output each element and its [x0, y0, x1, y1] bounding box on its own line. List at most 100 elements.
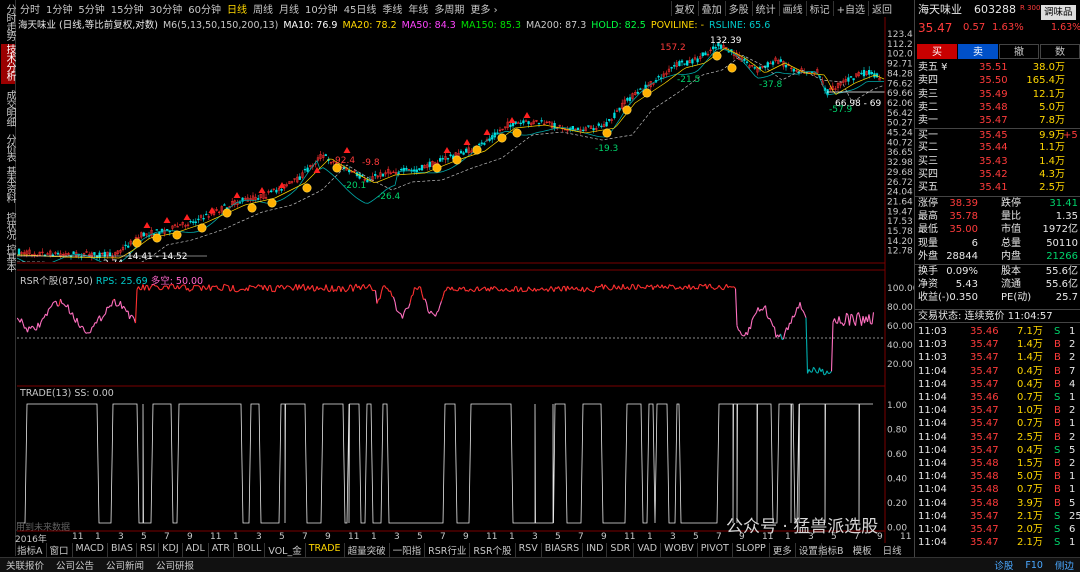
tick-volume: 1.0万 — [1017, 405, 1043, 417]
stat-label: PE(动) — [1001, 292, 1032, 303]
stat-value: 5.43 — [955, 278, 978, 290]
tick-volume: 0.4万 — [1017, 444, 1043, 456]
sell-button[interactable]: 卖 — [958, 44, 998, 59]
indicator-tab[interactable]: RSI — [137, 543, 160, 557]
indicator-tab[interactable]: TRADE — [306, 543, 345, 557]
tick-side: B — [1054, 484, 1061, 496]
tick-price: 35.46 — [970, 392, 999, 403]
rsr-segment — [38, 321, 42, 328]
x-axis-tick: 7 — [716, 532, 722, 542]
rsr-segment — [746, 327, 750, 336]
rsr-segment — [266, 285, 270, 292]
status-right-button[interactable]: 诊股 — [988, 558, 1019, 572]
indicator-tab[interactable]: 窗口 — [47, 543, 73, 557]
indicator-tab[interactable]: RSV — [516, 543, 542, 557]
rsr-segment — [718, 284, 721, 288]
rsr-segment — [342, 286, 345, 290]
x-axis-tick: 11 — [624, 532, 636, 542]
rsr-segment — [496, 288, 499, 291]
rsr-segment — [505, 287, 508, 291]
rsr-segment — [67, 304, 71, 314]
rsr-segment — [672, 284, 675, 288]
indicator-tab[interactable]: VAD — [634, 543, 662, 557]
buy-button[interactable]: 买 — [917, 44, 957, 59]
tick-count: 1 — [1069, 326, 1076, 337]
rsr-segment — [762, 307, 765, 311]
rsr-segment — [838, 316, 842, 324]
tick-time: 11:04 — [918, 405, 947, 417]
status-link[interactable]: 公司新闻 — [100, 558, 150, 572]
rsr-segment — [828, 372, 831, 375]
status-link[interactable]: 公司公告 — [50, 558, 100, 572]
indicator-tab[interactable]: 超量突破 — [345, 543, 390, 557]
rsr-segment — [425, 302, 429, 312]
indicator-tab[interactable]: ADL — [183, 543, 209, 557]
indicator-tab[interactable]: VOL_金 — [265, 543, 306, 557]
rsr-segment — [610, 288, 613, 291]
rsr-segment — [764, 305, 768, 317]
tick-row: 11:04 35.47 0.4万 B 7 — [915, 365, 1080, 379]
template-button[interactable]: 模板 — [853, 546, 872, 557]
x-axis-tick: 5 — [555, 532, 561, 542]
ask-price: 35.50 — [979, 75, 1008, 87]
stat-label: 最高 — [918, 210, 938, 222]
x-axis-tick: 7 — [302, 532, 308, 542]
tick-price: 35.47 — [970, 352, 999, 364]
indicator-b-button[interactable]: 指标B — [818, 546, 844, 557]
tick-price: 35.47 — [970, 510, 999, 522]
sector-pct: 1.63% — [1051, 22, 1080, 33]
indicator-tab[interactable]: ATR — [209, 543, 234, 557]
status-link[interactable]: 公司研报 — [150, 558, 200, 572]
tick-side: B — [1054, 458, 1061, 469]
rsr-segment — [209, 286, 213, 291]
last-price: 35.47 — [918, 21, 953, 35]
tick-count: 1 — [1069, 392, 1076, 403]
indicator-tab[interactable]: BIAS — [108, 543, 137, 557]
indicator-tab[interactable]: PIVOT — [698, 543, 733, 557]
price-scale-label: 56.42 — [887, 109, 913, 119]
tick-row: 11:04 35.46 0.7万 S 1 — [915, 391, 1080, 405]
quantity-button[interactable]: 数 — [1040, 44, 1080, 59]
rsr-scale-label: 60.00 — [887, 322, 913, 332]
indicator-tab[interactable]: 一阳指 — [390, 543, 426, 557]
rsr-segment — [394, 301, 398, 311]
x-axis-tick: 11 — [210, 532, 222, 542]
rsr-segment — [302, 283, 306, 291]
price-row: 35.47 0.57 1.63% 1.63% — [915, 21, 1080, 35]
indicator-tab[interactable]: WOBV — [661, 543, 698, 557]
rsr-segment — [434, 311, 438, 317]
indicator-tab[interactable]: 更多 — [770, 543, 796, 557]
rsr-segment — [460, 287, 463, 290]
indicator-tab[interactable]: RSR个股 — [470, 543, 516, 557]
rsr-segment — [376, 298, 380, 304]
rsr-segment — [709, 283, 713, 288]
rsr-segment — [269, 285, 273, 292]
sector-tag[interactable]: 调味品 — [1041, 5, 1076, 20]
rsr-segment — [463, 286, 467, 292]
indicator-tab[interactable]: RSR行业 — [425, 543, 471, 557]
rsr-segment — [591, 290, 594, 293]
rsr-segment — [123, 305, 126, 309]
indicator-tab[interactable]: KDJ — [159, 543, 183, 557]
indicator-tab[interactable]: BIASRS — [542, 543, 584, 557]
indicator-tab[interactable]: SLOPP — [733, 543, 770, 557]
cancel-button[interactable]: 撤 — [999, 44, 1039, 59]
rsr-segment — [595, 285, 598, 289]
indicator-tab[interactable]: MACD — [73, 543, 108, 557]
rsr-segment — [436, 310, 439, 313]
indicator-tab[interactable]: IND — [583, 543, 608, 557]
status-right-button[interactable]: 侧边 — [1049, 558, 1080, 572]
indicator-tab[interactable]: SDR — [607, 543, 635, 557]
trade-scale-label: 0.20 — [887, 499, 907, 509]
tick-row: 11:04 35.47 2.5万 B 2 — [915, 431, 1080, 445]
status-right-button[interactable]: F10 — [1019, 560, 1049, 571]
indicator-tab[interactable]: 指标A — [14, 543, 47, 557]
status-link[interactable]: 关联报价 — [0, 558, 50, 572]
indicator-tab[interactable]: BOLL — [234, 543, 266, 557]
tick-price: 35.48 — [970, 484, 999, 496]
tick-volume: 2.1万 — [1017, 510, 1043, 522]
rsr-segment — [550, 286, 553, 290]
rsr-segment — [784, 327, 788, 333]
price-scale-label: 62.06 — [887, 99, 913, 109]
x-axis-tick: 9 — [187, 532, 193, 542]
